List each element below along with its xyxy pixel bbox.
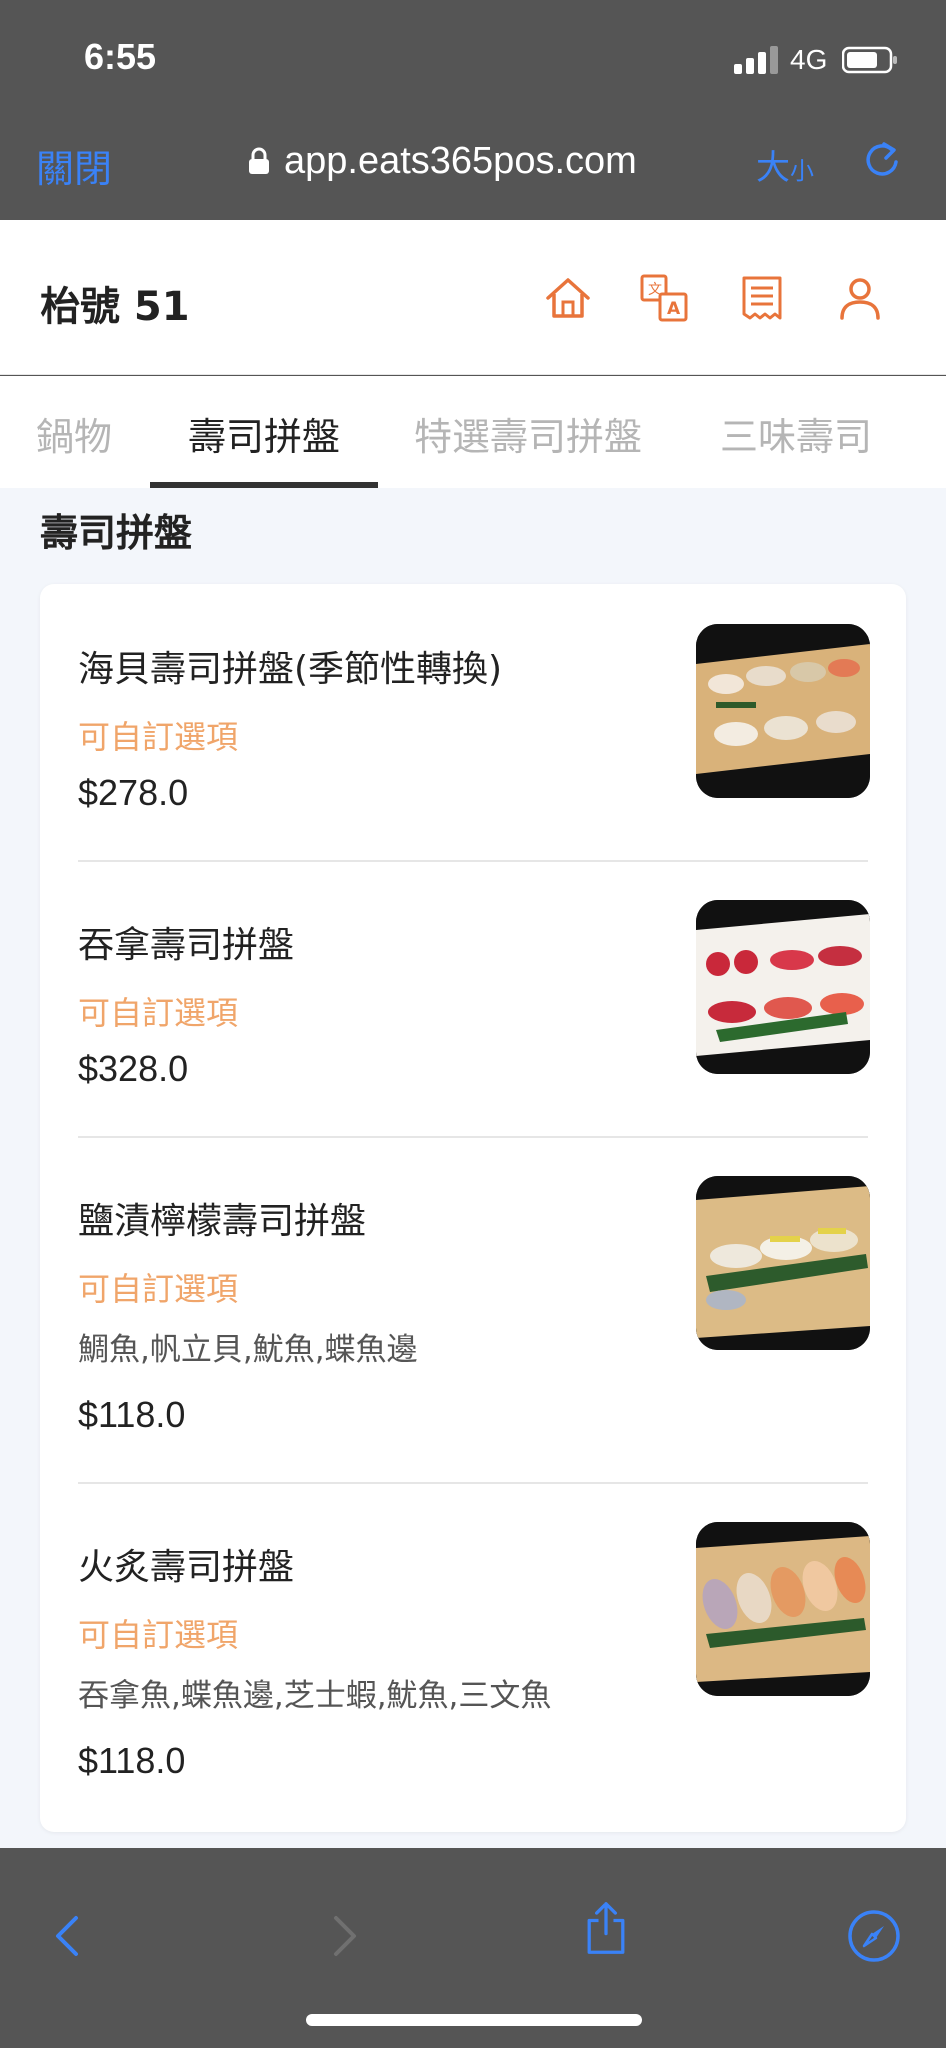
item-name: 吞拿壽司拼盤	[78, 925, 295, 966]
battery-icon	[842, 46, 897, 74]
item-price: $118.0	[78, 1740, 186, 1781]
close-button[interactable]: 關閉	[36, 138, 112, 193]
browser-bar: 關閉 app.eats365pos.com 大小	[0, 110, 946, 220]
item-option-label: 可自訂選項	[78, 1616, 239, 1654]
item-price: $118.0	[78, 1394, 186, 1435]
share-icon[interactable]	[578, 1900, 634, 1956]
user-icon[interactable]	[834, 272, 886, 324]
item-thumbnail[interactable]	[696, 1522, 870, 1696]
item-name: 海貝壽司拼盤(季節性轉換)	[78, 649, 503, 690]
item-name: 鹽漬檸檬壽司拼盤	[78, 1201, 367, 1242]
item-option-label: 可自訂選項	[78, 718, 239, 756]
item-thumbnail[interactable]	[696, 1176, 870, 1350]
item-option-label: 可自訂選項	[78, 1270, 239, 1308]
item-price: $328.0	[78, 1048, 189, 1089]
reload-icon[interactable]	[858, 136, 906, 184]
item-name: 火炙壽司拼盤	[78, 1547, 295, 1588]
menu-item[interactable]: 火炙壽司拼盤 可自訂選項 吞拿魚,蝶魚邊,芝士蝦,魷魚,三文魚 $118.0	[40, 1484, 906, 1832]
tab-three-flavor-sushi[interactable]: 三味壽司	[720, 406, 872, 461]
app-header: 枱號 51 文 A	[0, 220, 946, 375]
item-description: 吞拿魚,蝶魚邊,芝士蝦,魷魚,三文魚	[78, 1678, 552, 1714]
tab-sushi-platter[interactable]: 壽司拼盤	[188, 406, 340, 461]
status-bar: 6:55 4G	[0, 0, 946, 110]
table-title: 枱號 51	[40, 284, 190, 330]
svg-text:A: A	[667, 299, 681, 319]
url-bar[interactable]: app.eats365pos.com	[248, 136, 637, 186]
item-option-label: 可自訂選項	[78, 994, 239, 1032]
url-text: app.eats365pos.com	[284, 139, 637, 182]
text-size-small-label: 小	[790, 157, 814, 185]
screen: 6:55 4G 關閉 app.eats365pos.com 大小 枱號 51 文…	[0, 0, 946, 2048]
tab-hotpot[interactable]: 鍋物	[36, 406, 112, 461]
item-price: $278.0	[78, 772, 189, 813]
text-size-button[interactable]: 大小	[756, 140, 814, 189]
home-indicator	[306, 2014, 642, 2026]
menu-card: 海貝壽司拼盤(季節性轉換) 可自訂選項 $278.0 吞拿壽司拼盤 可自訂選項 …	[40, 584, 906, 1832]
back-icon[interactable]	[42, 1908, 98, 1964]
item-description: 鯛魚,帆立貝,魷魚,蝶魚邊	[78, 1332, 418, 1368]
svg-text:文: 文	[648, 282, 662, 298]
signal-icon	[734, 46, 778, 74]
text-size-big-label: 大	[756, 148, 790, 188]
tab-premium-sushi-platter[interactable]: 特選壽司拼盤	[414, 406, 642, 461]
home-icon[interactable]	[542, 272, 594, 324]
menu-item[interactable]: 吞拿壽司拼盤 可自訂選項 $328.0	[40, 862, 906, 1136]
status-time: 6:55	[84, 36, 157, 77]
compass-icon[interactable]	[846, 1908, 902, 1964]
receipt-icon[interactable]	[736, 272, 788, 324]
menu-content: 壽司拼盤 海貝壽司拼盤(季節性轉換) 可自訂選項 $278.0 吞拿壽司拼盤 可…	[0, 488, 946, 1848]
category-tabs: 鍋物 壽司拼盤 特選壽司拼盤 三味壽司	[0, 376, 946, 488]
item-thumbnail[interactable]	[696, 900, 870, 1074]
forward-icon[interactable]	[314, 1908, 370, 1964]
menu-item[interactable]: 海貝壽司拼盤(季節性轉換) 可自訂選項 $278.0	[40, 584, 906, 860]
section-title: 壽司拼盤	[40, 511, 193, 555]
network-label: 4G	[790, 44, 828, 75]
lock-icon	[249, 147, 269, 174]
translate-icon[interactable]: 文 A	[638, 272, 690, 324]
menu-item[interactable]: 鹽漬檸檬壽司拼盤 可自訂選項 鯛魚,帆立貝,魷魚,蝶魚邊 $118.0	[40, 1138, 906, 1482]
item-thumbnail[interactable]	[696, 624, 870, 798]
